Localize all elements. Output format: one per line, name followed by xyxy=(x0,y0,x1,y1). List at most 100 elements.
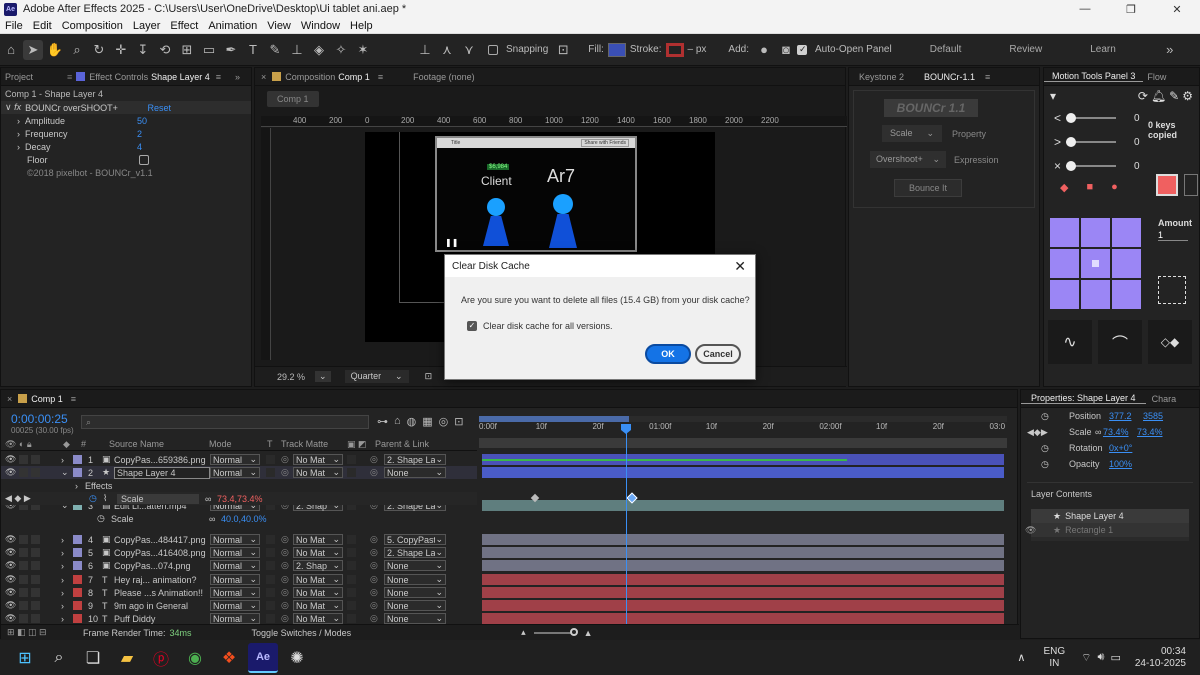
chevron-right-icon[interactable]: › xyxy=(17,142,20,152)
shy-icon[interactable]: ◍ xyxy=(407,415,417,428)
zoom-out-icon[interactable]: ▴ xyxy=(521,627,526,638)
link-icon[interactable]: ∞ xyxy=(1095,427,1103,437)
search-icon[interactable]: ⌕ xyxy=(44,643,74,673)
menu-effect[interactable]: Effect xyxy=(165,20,203,32)
circle-key-icon[interactable]: ● xyxy=(1111,181,1118,193)
mode-dropdown[interactable]: Normal ⌄ xyxy=(210,560,260,571)
tab-composition[interactable]: Composition xyxy=(285,72,335,82)
pick-whip-icon[interactable]: ◎ xyxy=(370,534,384,545)
hand-tool-icon[interactable]: ✋ xyxy=(45,40,65,60)
close-tab-icon[interactable]: × xyxy=(255,72,272,82)
keyframe-nav-icon[interactable]: ◀ ◆ ▶ xyxy=(5,493,89,504)
lock-switch[interactable] xyxy=(31,601,40,610)
snap-options-icon[interactable]: ⊡ xyxy=(553,40,573,60)
layer-row[interactable]: 👁︎ › 8 T Please ...s Animation!! Normal ⌄ ◎ No M… xyxy=(1,586,477,599)
layer-name[interactable]: CopyPas...416408.png xyxy=(114,548,210,558)
layer-duration-bar[interactable] xyxy=(482,547,1004,558)
menu-view[interactable]: View xyxy=(262,20,296,32)
region-icon[interactable]: ⊡ xyxy=(425,371,433,382)
workspace-default[interactable]: Default xyxy=(930,44,962,55)
label-color-icon[interactable] xyxy=(73,468,82,477)
tab-flow[interactable]: Flow xyxy=(1147,72,1166,82)
solo-switch[interactable] xyxy=(19,588,28,597)
lock-switch[interactable] xyxy=(31,548,40,557)
layer-row[interactable]: 👁︎ › 9 T 9m ago in General Normal ⌄ ◎ No Mat ⌄ ◎ No… xyxy=(1,599,477,612)
track-matte-dropdown[interactable]: No Mat ⌄ xyxy=(293,547,343,558)
axis-view-icon[interactable]: ⋎ xyxy=(459,40,479,60)
axis-world-icon[interactable]: ⋏ xyxy=(437,40,457,60)
visibility-icon[interactable]: 👁︎ xyxy=(5,467,19,478)
maximize-icon[interactable]: ❐ xyxy=(1108,0,1154,18)
ease-in-value[interactable]: 0 xyxy=(1134,113,1140,124)
menu-help[interactable]: Help xyxy=(345,20,378,32)
tab-layer-name[interactable]: Shape Layer 4 xyxy=(151,72,210,82)
visibility-icon[interactable]: 👁︎ xyxy=(1025,525,1036,536)
pause-icon[interactable]: ❚❚ xyxy=(445,238,458,247)
expression-dropdown[interactable]: Overshoot+ ⌄ xyxy=(870,151,946,168)
expand-chevron-icon[interactable]: › xyxy=(61,588,73,598)
panel-menu-icon[interactable]: ≡ xyxy=(985,72,990,82)
menu-file[interactable]: File xyxy=(0,20,28,32)
expand-chevron-icon[interactable]: › xyxy=(61,601,73,611)
content-item-rectangle[interactable]: ★ Rectangle 1 xyxy=(1031,523,1189,537)
label-color-icon[interactable] xyxy=(73,614,82,623)
layer-row[interactable]: 👁︎ › 1 ▣ CopyPas...659386.png Normal ⌄ ◎ No Mat ⌄… xyxy=(1,453,477,466)
rotation-value[interactable]: 0x+0° xyxy=(1109,443,1132,453)
layer-name[interactable]: Please ...s Animation!! xyxy=(114,588,210,598)
parent-dropdown[interactable]: 2. Shape Lay ⌄ xyxy=(384,547,446,558)
ease-both-value[interactable]: 0 xyxy=(1134,161,1140,172)
link-icon[interactable]: ∞ xyxy=(209,514,221,524)
expand-chevron-icon[interactable]: › xyxy=(61,575,73,585)
label-color-icon[interactable] xyxy=(73,561,82,570)
col-t[interactable]: T xyxy=(267,439,281,449)
parent-dropdown[interactable]: None ⌄ xyxy=(384,467,446,478)
parent-dropdown[interactable]: None ⌄ xyxy=(384,587,446,598)
visibility-icon[interactable]: 👁︎ xyxy=(5,600,19,611)
close-tab-icon[interactable]: × xyxy=(1,394,18,404)
layer-name[interactable]: Shape Layer 4 xyxy=(114,466,210,479)
track-matte-dropdown[interactable]: No Mat ⌄ xyxy=(293,600,343,611)
track-matte-dropdown[interactable]: No Mat ⌄ xyxy=(293,613,343,624)
parent-dropdown[interactable]: None ⌄ xyxy=(384,613,446,624)
visibility-icon[interactable]: 👁︎ xyxy=(5,534,19,545)
zoom-dropdown-icon[interactable]: ⌄ xyxy=(315,371,331,382)
matte-switch[interactable] xyxy=(347,468,356,477)
track-matte-dropdown[interactable]: No Mat ⌄ xyxy=(293,534,343,545)
parent-dropdown[interactable]: None ⌄ xyxy=(384,560,446,571)
col-parent-link[interactable]: Parent & Link xyxy=(375,439,429,449)
content-item-shape[interactable]: ★ Shape Layer 4 xyxy=(1031,509,1189,523)
layer-name[interactable]: Hey raj... animation? xyxy=(114,575,210,585)
comp-flowchart-icon[interactable]: ⊶ xyxy=(377,415,388,428)
layer-row[interactable]: 👁︎ › 4 ▣ CopyPas...484417.png Normal ⌄ ◎ No Mat ⌄… xyxy=(1,533,477,546)
ease-out-slider[interactable] xyxy=(1066,137,1116,147)
visibility-icon[interactable]: 👁︎ xyxy=(5,547,19,558)
menu-edit[interactable]: Edit xyxy=(28,20,57,32)
pick-whip-icon[interactable]: ◎ xyxy=(370,587,384,598)
solo-switch[interactable] xyxy=(19,601,28,610)
menu-animation[interactable]: Animation xyxy=(203,20,262,32)
panel-menu-icon[interactable]: ≡ xyxy=(216,72,221,82)
zoom-level[interactable]: 29.2 % xyxy=(277,372,305,382)
parent-dropdown[interactable]: None ⌄ xyxy=(384,574,446,585)
stroke-width[interactable]: – px xyxy=(688,44,707,55)
expand-chevron-icon[interactable]: › xyxy=(61,614,73,624)
preserve-transparency-switch[interactable] xyxy=(266,588,275,597)
solo-switch[interactable] xyxy=(19,468,28,477)
scale-value[interactable]: 73.4,73.4% xyxy=(217,494,263,504)
lock-switch[interactable] xyxy=(31,455,40,464)
panel-menu-icon[interactable]: ≡ xyxy=(378,72,383,82)
effects-row[interactable]: › Effects xyxy=(1,479,477,492)
pick-whip-icon[interactable]: ◎ xyxy=(370,613,384,624)
refresh-icon[interactable]: ⟳ xyxy=(1138,89,1148,103)
move-tool-icon[interactable]: ✛ xyxy=(111,40,131,60)
layer-name[interactable]: CopyPas...074.png xyxy=(114,561,210,571)
expand-chevron-icon[interactable]: › xyxy=(61,548,73,558)
scale-property-row[interactable]: ◀ ◆ ▶ ◷ ⌇ Scale ∞ 73.4,73.4% xyxy=(1,492,477,505)
reset-link[interactable]: Reset xyxy=(147,103,171,113)
roto-tool-icon[interactable]: ✧ xyxy=(331,40,351,60)
clock-time[interactable]: 00:34 xyxy=(1135,646,1186,658)
fx-toggle-icon[interactable]: ∨ fx xyxy=(5,102,21,113)
matte-switch[interactable] xyxy=(347,455,356,464)
scale-value[interactable]: 40.0,40.0% xyxy=(221,514,267,524)
graph-editor-icon[interactable]: ⊡ xyxy=(454,415,463,428)
